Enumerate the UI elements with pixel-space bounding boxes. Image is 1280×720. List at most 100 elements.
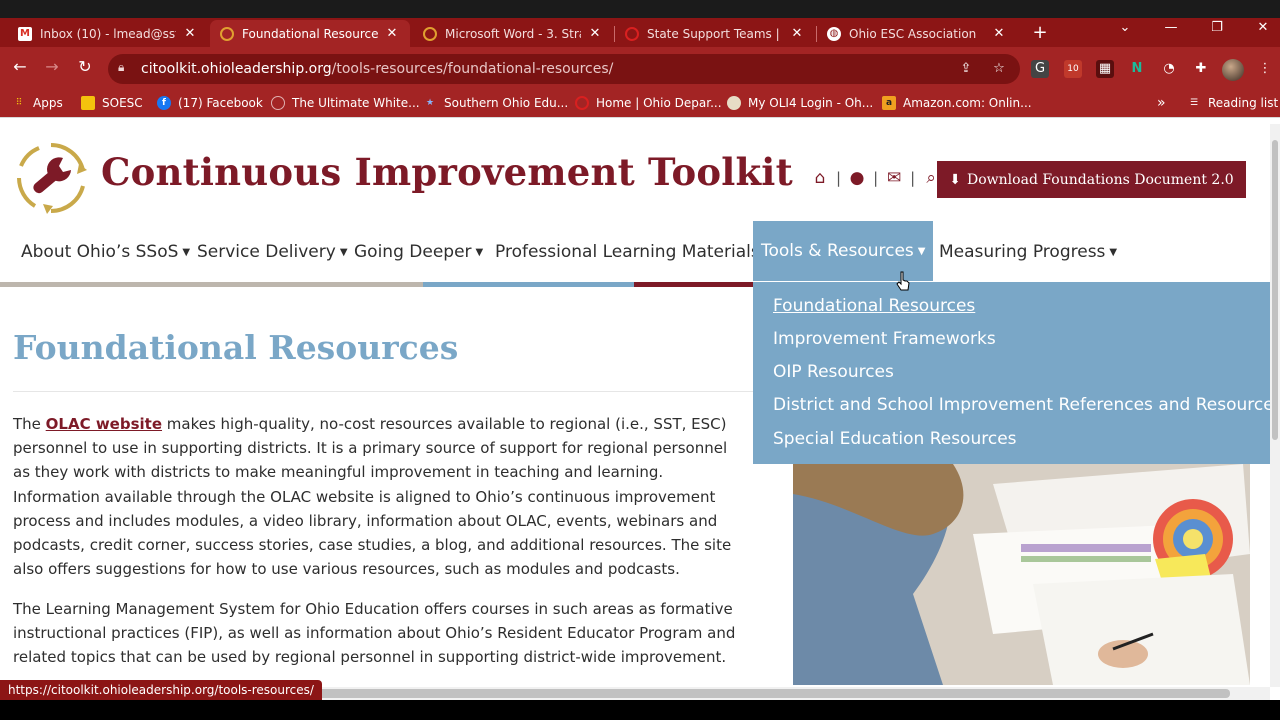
- globe-icon: ◍: [827, 26, 841, 41]
- close-icon[interactable]: ✕: [384, 26, 400, 41]
- toolkit-logo-icon: [17, 143, 87, 214]
- kebab-menu-icon[interactable]: ⋮: [1256, 60, 1274, 78]
- nav-stripe-maroon: [634, 282, 754, 287]
- extension-grammar-icon[interactable]: G: [1031, 60, 1049, 78]
- nav-label: Service Delivery: [197, 242, 336, 262]
- intro-paragraph: The OLAC website makes high-quality, no-…: [13, 412, 738, 581]
- nav-stripe-grey: [0, 282, 423, 287]
- bookmark-label: Southern Ohio Edu...: [444, 96, 569, 110]
- restore-icon[interactable]: ❐: [1202, 20, 1232, 35]
- bookmarks-overflow-icon[interactable]: »: [1157, 94, 1166, 112]
- user-icon[interactable]: ●: [847, 168, 867, 188]
- caret-down-icon: ▼: [182, 247, 191, 258]
- tab-ohio-esc[interactable]: ◍ Ohio ESC Association ✕: [817, 20, 1017, 47]
- download-button-label: Download Foundations Document 2.0: [967, 171, 1234, 188]
- nav-label: About Ohio’s SSoS: [21, 242, 179, 262]
- tab-gmail[interactable]: M Inbox (10) - lmead@sst14 ✕: [8, 20, 208, 47]
- reload-icon[interactable]: ↻: [74, 57, 96, 76]
- gmail-extension-badge: 10: [1067, 64, 1079, 74]
- bookmark-ultimate-white[interactable]: The Ultimate White...: [271, 94, 420, 112]
- home-icon[interactable]: ⌂: [810, 168, 830, 188]
- mouse-pointer-icon: [896, 271, 910, 291]
- header-icon-group: ⌂ | ● | ✉ | ⌕: [810, 168, 941, 188]
- ohio-icon: [575, 96, 589, 110]
- forward-arrow-icon[interactable]: →: [41, 57, 63, 76]
- ohio-icon: [625, 26, 639, 41]
- nav-about-ohio-ssos[interactable]: About Ohio’s SSoS ▼: [21, 230, 190, 274]
- caret-down-icon: ▼: [1109, 247, 1118, 258]
- nav-label: Tools & Resources: [761, 241, 914, 261]
- close-icon[interactable]: ✕: [789, 26, 805, 41]
- close-icon[interactable]: ✕: [991, 26, 1007, 41]
- menu-item-improvement-frameworks[interactable]: Improvement Frameworks: [773, 329, 996, 349]
- extension-n-icon[interactable]: N: [1128, 60, 1146, 78]
- bookmark-label: (17) Facebook: [178, 96, 263, 110]
- caret-down-icon: ▼: [339, 247, 348, 258]
- puzzle-icon[interactable]: ✚: [1192, 60, 1210, 78]
- apps-grid-icon: ⠿: [15, 98, 23, 108]
- people-working-photo: [793, 464, 1250, 685]
- bookmark-apps[interactable]: ⠿ Apps: [12, 94, 63, 112]
- tab-search-icon[interactable]: ⌄: [1110, 20, 1140, 35]
- url-text[interactable]: citoolkit.ohioleadership.org/tools-resou…: [141, 61, 613, 77]
- lms-paragraph: The Learning Management System for Ohio …: [13, 600, 736, 667]
- horizontal-scroll-thumb[interactable]: [284, 689, 1230, 698]
- minimize-icon[interactable]: —: [1156, 20, 1186, 35]
- mail-icon[interactable]: ✉: [884, 168, 904, 188]
- window-close-icon[interactable]: ✕: [1248, 20, 1278, 35]
- page-top-edge: [0, 117, 1280, 124]
- menu-item-oip-resources[interactable]: OIP Resources: [773, 362, 894, 382]
- vertical-scroll-thumb[interactable]: [1272, 140, 1278, 440]
- share-icon[interactable]: ⇪: [957, 60, 975, 78]
- tab-microsoft-word[interactable]: Microsoft Word - 3. Strate ✕: [413, 20, 613, 47]
- bookmark-amazon[interactable]: a Amazon.com: Onlin...: [882, 94, 1032, 112]
- bookmark-label: Apps: [33, 96, 63, 110]
- menu-item-district-school-improvement[interactable]: District and School Improvement Referenc…: [773, 395, 1280, 415]
- nav-label: Measuring Progress: [939, 242, 1106, 262]
- tab-state-support-teams[interactable]: State Support Teams | Ohi ✕: [615, 20, 815, 47]
- nav-going-deeper[interactable]: Going Deeper ▼: [354, 230, 483, 274]
- tab-title: Microsoft Word - 3. Strate: [445, 26, 581, 41]
- tab-title: State Support Teams | Ohi: [647, 26, 783, 41]
- bookmark-label: My OLI4 Login - Oh...: [748, 96, 874, 110]
- site-favicon-icon: [423, 26, 437, 41]
- bookmark-southern-ohio[interactable]: ★ Southern Ohio Edu...: [423, 94, 568, 112]
- profile-avatar[interactable]: [1222, 59, 1244, 81]
- folder-icon: [81, 96, 95, 110]
- site-favicon-icon: [220, 26, 234, 41]
- nav-label: Going Deeper: [354, 242, 472, 262]
- olac-website-link[interactable]: OLAC website: [46, 415, 162, 433]
- bookmark-soesc[interactable]: SOESC: [81, 94, 143, 112]
- header-separator: |: [836, 169, 842, 187]
- star-person-icon: ★: [425, 98, 435, 108]
- menu-item-foundational-resources[interactable]: Foundational Resources: [773, 296, 975, 316]
- new-tab-button[interactable]: +: [1030, 22, 1050, 43]
- extension-chart-icon[interactable]: ◔: [1160, 60, 1178, 78]
- close-icon[interactable]: ✕: [587, 26, 603, 41]
- star-icon[interactable]: ☆: [990, 60, 1008, 78]
- tab-title: Foundational Resources | C: [242, 26, 378, 41]
- reading-list-label: Reading list: [1208, 96, 1279, 110]
- menu-item-special-education-resources[interactable]: Special Education Resources: [773, 429, 1017, 449]
- bookmark-facebook[interactable]: f (17) Facebook: [157, 94, 263, 112]
- back-arrow-icon[interactable]: ←: [9, 57, 31, 76]
- tab-title: Ohio ESC Association: [849, 26, 977, 41]
- close-icon[interactable]: ✕: [182, 26, 198, 41]
- caret-down-icon: ▼: [917, 246, 926, 257]
- reading-list-button[interactable]: ☰ Reading list: [1187, 94, 1278, 112]
- amazon-icon: a: [882, 96, 896, 110]
- site-title[interactable]: Continuous Improvement Toolkit: [101, 150, 793, 194]
- tab-foundational-resources[interactable]: Foundational Resources | C ✕: [210, 20, 410, 47]
- status-bar-url: https://citoolkit.ohioleadership.org/too…: [0, 680, 322, 701]
- bookmark-label: SOESC: [102, 96, 143, 110]
- extension-grid-icon[interactable]: ▦: [1096, 60, 1114, 78]
- bookmark-oli4-login[interactable]: My OLI4 Login - Oh...: [727, 94, 873, 112]
- site-icon: [271, 96, 285, 110]
- nav-service-delivery[interactable]: Service Delivery ▼: [197, 230, 348, 274]
- gmail-extension-icon[interactable]: 10: [1064, 60, 1082, 78]
- download-foundations-button[interactable]: ⬇ Download Foundations Document 2.0: [937, 161, 1246, 198]
- page-title: Foundational Resources: [13, 328, 459, 367]
- nav-professional-learning-materials[interactable]: Professional Learning Materials: [495, 230, 760, 274]
- nav-measuring-progress[interactable]: Measuring Progress ▼: [939, 230, 1117, 274]
- bookmark-ohio-dept[interactable]: Home | Ohio Depar...: [575, 94, 722, 112]
